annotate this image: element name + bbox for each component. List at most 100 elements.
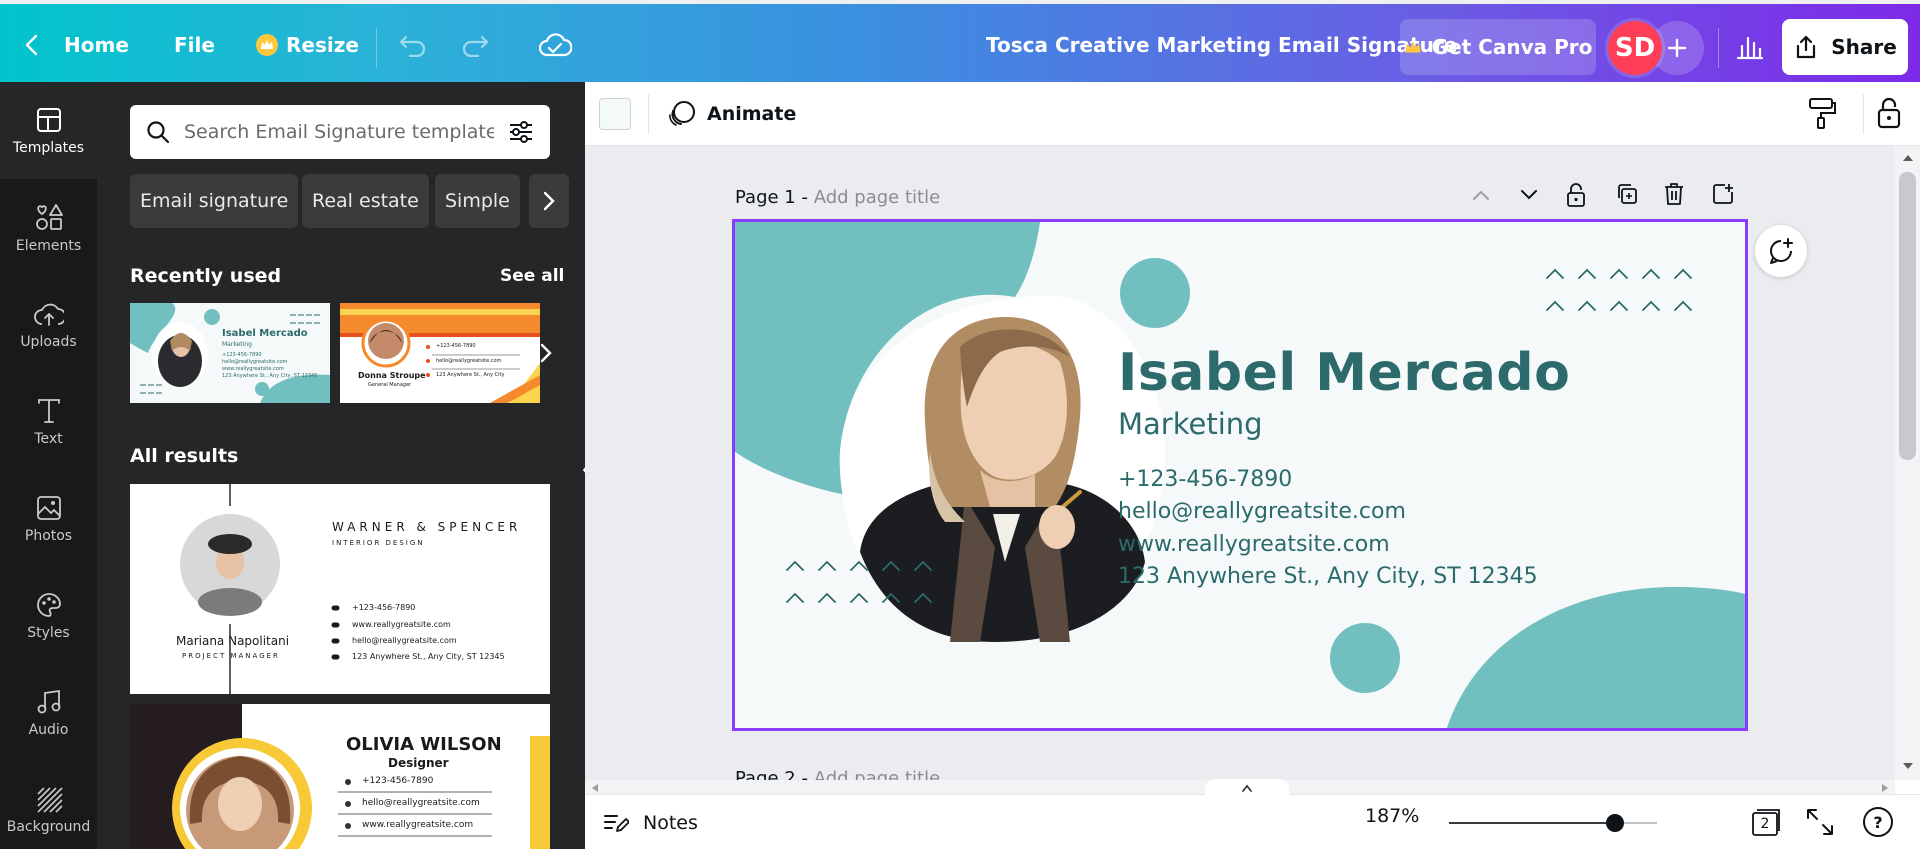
page-2-title-label[interactable]: Page 2 - Add page title	[735, 768, 940, 780]
page-title-label[interactable]: Page 1 - Add page title	[735, 187, 940, 208]
home-button[interactable]: Home	[64, 8, 129, 82]
animate-button[interactable]: Animate	[667, 94, 796, 134]
divider	[1863, 94, 1864, 134]
rail-label: Elements	[15, 237, 82, 254]
scroll-left-arrow-icon[interactable]	[591, 783, 599, 793]
recent-template-donna[interactable]: Donna Stroupe General Manager +123-456-7…	[340, 303, 540, 403]
signature-role[interactable]: Marketing	[1118, 407, 1263, 441]
lock-icon[interactable]	[1875, 96, 1903, 134]
template-thumbnail-graphic	[340, 303, 540, 403]
crown-icon	[1405, 40, 1421, 52]
templates-icon	[36, 107, 61, 132]
thumb-name: OLIVIA WILSON	[346, 734, 502, 755]
template-thumbnail-graphic	[130, 704, 550, 849]
top-bar: Home File Resize Tosca Creative Marketin…	[0, 0, 1920, 82]
see-all-link[interactable]: See all	[500, 266, 564, 286]
add-comment-button[interactable]	[1755, 225, 1807, 277]
file-menu-button[interactable]: File	[174, 8, 215, 82]
result-template-olivia-wilson[interactable]: OLIVIA WILSON Designer +123-456-7890 hel…	[130, 704, 550, 849]
animate-icon	[669, 101, 695, 126]
chevron-right-icon	[543, 191, 555, 211]
scroll-up-arrow-icon[interactable]	[1902, 154, 1914, 162]
zoom-slider-knob[interactable]	[1606, 814, 1625, 832]
share-button[interactable]: Share	[1782, 19, 1908, 75]
fullscreen-expand-icon[interactable]	[1805, 807, 1835, 841]
vertical-scroll-thumb[interactable]	[1899, 172, 1916, 460]
zoom-level[interactable]: 187%	[1365, 805, 1419, 827]
page-count-button[interactable]: 2	[1751, 807, 1783, 841]
filter-sliders-icon[interactable]	[508, 120, 534, 144]
search-input[interactable]	[184, 121, 494, 143]
redo-icon[interactable]	[460, 8, 490, 82]
result-template-warner-spencer[interactable]: WARNER & SPENCER INTERIOR DESIGN Mariana…	[130, 484, 550, 694]
page-up-chevron-icon[interactable]	[1471, 186, 1491, 208]
search-icon	[147, 121, 170, 144]
resize-button[interactable]: Resize	[256, 8, 359, 82]
avatar[interactable]: SD	[1608, 21, 1662, 75]
recent-template-isabel[interactable]: Isabel Mercado Marketing +123-456-7890 h…	[130, 303, 330, 403]
rail-item-elements[interactable]: Elements	[0, 179, 97, 276]
insights-button[interactable]	[1722, 19, 1778, 75]
thumb-phone: +123-456-7890	[222, 352, 262, 358]
zoom-slider[interactable]	[1449, 814, 1657, 832]
rail-item-styles[interactable]: Styles	[0, 567, 97, 664]
thumb-company: WARNER & SPENCER	[332, 520, 522, 534]
thumb-address: 123 Anywhere St., Any City, ST 12345	[222, 373, 318, 379]
page-down-chevron-icon[interactable]	[1519, 186, 1539, 208]
thumb-role: General Manager	[368, 382, 412, 388]
back-chevron-icon[interactable]	[24, 8, 40, 82]
get-canva-pro-button[interactable]: Get Canva Pro	[1400, 19, 1596, 75]
rail-item-audio[interactable]: Audio	[0, 664, 97, 761]
notes-button[interactable]: Notes	[603, 805, 698, 841]
signature-phone[interactable]: +123-456-7890	[1118, 467, 1292, 492]
page-lock-icon[interactable]	[1565, 182, 1587, 212]
resize-label: Resize	[286, 33, 359, 57]
signature-name[interactable]: Isabel Mercado	[1118, 343, 1570, 403]
elements-icon	[35, 203, 63, 230]
rail-item-templates[interactable]: Templates	[0, 82, 97, 179]
duplicate-page-icon[interactable]	[1615, 182, 1639, 210]
thumb-phone: +123-456-7890	[362, 776, 434, 786]
thumb-phone: +123-456-7890	[436, 343, 476, 349]
rail-item-uploads[interactable]: Uploads	[0, 276, 97, 373]
divider	[376, 28, 377, 68]
divider	[1718, 28, 1719, 68]
design-title[interactable]: Tosca Creative Marketing Email Signature	[986, 8, 1457, 82]
canva-editor: Home File Resize Tosca Creative Marketin…	[0, 0, 1920, 849]
signature-website[interactable]: www.reallygreatsite.com	[1118, 532, 1390, 557]
get-canva-pro-label: Get Canva Pro	[1431, 35, 1593, 59]
chip-simple[interactable]: Simple	[435, 174, 520, 228]
audio-icon	[37, 689, 60, 713]
chip-real-estate[interactable]: Real estate	[302, 174, 429, 228]
help-icon[interactable]: ?	[1863, 807, 1893, 837]
recent-next-button[interactable]	[536, 336, 556, 370]
thumb-phone: +123-456-7890	[352, 603, 416, 612]
thumb-email: hello@reallygreatsite.com	[222, 359, 288, 365]
chips-next-button[interactable]	[529, 174, 569, 228]
all-results-heading: All results	[130, 445, 239, 467]
rail-label: Templates	[12, 139, 85, 156]
rail-item-background[interactable]: Background	[0, 761, 97, 849]
background-color-swatch[interactable]	[599, 98, 631, 130]
scroll-down-arrow-icon[interactable]	[1902, 762, 1914, 770]
design-page[interactable]: Isabel Mercado Marketing +123-456-7890 h…	[732, 219, 1748, 731]
scroll-right-arrow-icon[interactable]	[1881, 783, 1889, 793]
vertical-scrollbar[interactable]	[1895, 146, 1920, 780]
delete-page-icon[interactable]	[1663, 182, 1685, 210]
signature-address[interactable]: 123 Anywhere St., Any City, ST 12345	[1118, 564, 1538, 589]
undo-icon[interactable]	[398, 8, 428, 82]
paint-roller-icon[interactable]	[1807, 96, 1837, 134]
rail-label: Audio	[28, 721, 69, 738]
thumb-address: 123 Anywhere St., Any City	[436, 372, 505, 378]
crown-icon	[256, 34, 278, 56]
template-thumbnail-graphic	[180, 484, 340, 694]
rail-item-text[interactable]: Text	[0, 373, 97, 470]
rail-item-photos[interactable]: Photos	[0, 470, 97, 567]
teal-corner-shape	[1447, 587, 1745, 728]
styles-icon	[36, 592, 61, 617]
cloud-saved-icon[interactable]	[538, 8, 572, 82]
chip-email-signature[interactable]: Email signature	[130, 174, 299, 228]
signature-email[interactable]: hello@reallygreatsite.com	[1118, 499, 1406, 524]
add-page-icon[interactable]	[1711, 182, 1735, 210]
show-pages-tab[interactable]	[1205, 779, 1289, 797]
